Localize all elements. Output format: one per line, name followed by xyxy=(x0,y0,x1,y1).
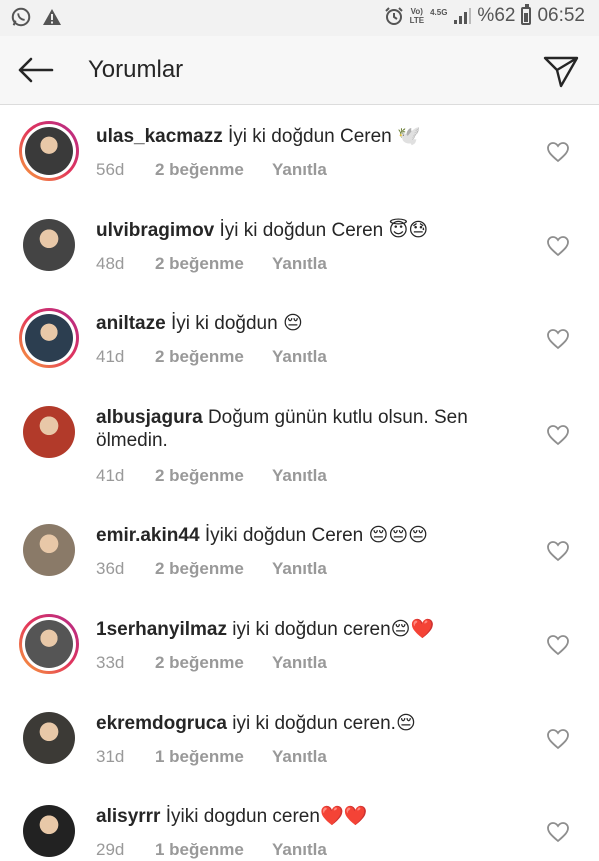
comment-body: İyi ki doğdun Ceren 🕊️ xyxy=(228,126,421,147)
comment-age: 48d xyxy=(96,254,125,273)
header: Yorumlar xyxy=(0,36,599,105)
avatar[interactable] xyxy=(19,801,79,861)
comment-text: alisyrrr İyiki dogdun ceren❤️❤️ xyxy=(96,805,526,828)
heart-icon[interactable] xyxy=(546,424,570,446)
whatsapp-icon xyxy=(11,7,31,27)
like-count-link[interactable]: 2 beğenme xyxy=(155,466,272,486)
signal-icon xyxy=(454,8,472,24)
heart-icon[interactable] xyxy=(546,821,570,843)
heart-icon[interactable] xyxy=(546,634,570,656)
comment-body: İyiki dogdun ceren❤️❤️ xyxy=(165,806,368,827)
comment-username[interactable]: aniltaze xyxy=(96,313,166,334)
reply-button[interactable]: Yanıtla xyxy=(272,347,327,367)
comment-body: İyi ki doğdun 😔 xyxy=(170,313,303,334)
reply-button[interactable]: Yanıtla xyxy=(272,653,327,673)
comment-username[interactable]: emir.akin44 xyxy=(96,525,200,546)
alarm-icon xyxy=(384,7,403,25)
comment-age: 29d xyxy=(96,840,125,859)
comment-text: emir.akin44 İyiki doğdun Ceren 😔😔😔 xyxy=(96,524,526,547)
avatar[interactable] xyxy=(19,121,79,181)
avatar[interactable] xyxy=(19,708,79,768)
like-count-link[interactable]: 1 beğenme xyxy=(155,747,272,767)
comment-age: 33d xyxy=(96,653,125,672)
comment-age: 41d xyxy=(96,347,125,366)
comment-age: 31d xyxy=(96,747,125,766)
comment-username[interactable]: ekremdogruca xyxy=(96,713,227,734)
reply-button[interactable]: Yanıtla xyxy=(272,747,327,767)
comment-body: iyi ki doğdun ceren.😔 xyxy=(232,713,416,734)
comment-meta: 56d 2 beğenme Yanıtla xyxy=(96,160,327,180)
comment-username[interactable]: ulas_kacmazz xyxy=(96,126,223,147)
comment-meta: 29d 1 beğenme Yanıtla xyxy=(96,840,327,860)
comment-username[interactable]: albusjagura xyxy=(96,407,203,428)
back-arrow-icon[interactable] xyxy=(16,50,56,90)
comment-body: İyi ki doğdun Ceren 😇😓 xyxy=(219,220,429,241)
reply-button[interactable]: Yanıtla xyxy=(272,559,327,579)
comment-meta: 33d 2 beğenme Yanıtla xyxy=(96,653,327,673)
comment-text: ulvibragimov İyi ki doğdun Ceren 😇😓 xyxy=(96,219,526,242)
comment-text: ulas_kacmazz İyi ki doğdun Ceren 🕊️ xyxy=(96,125,526,148)
like-count-link[interactable]: 2 beğenme xyxy=(155,160,272,180)
reply-button[interactable]: Yanıtla xyxy=(272,254,327,274)
comment-username[interactable]: ulvibragimov xyxy=(96,220,214,241)
comment-meta: 41d 2 beğenme Yanıtla xyxy=(96,347,327,367)
page-title: Yorumlar xyxy=(88,56,184,83)
heart-icon[interactable] xyxy=(546,141,570,163)
comment-text: albusjagura Doğum günün kutlu olsun. Sen… xyxy=(96,406,526,452)
comment-text: ekremdogruca iyi ki doğdun ceren.😔 xyxy=(96,712,526,735)
comment-age: 56d xyxy=(96,160,125,179)
comment-body: İyiki doğdun Ceren 😔😔😔 xyxy=(204,525,428,546)
comment-meta: 31d 1 beğenme Yanıtla xyxy=(96,747,327,767)
reply-button[interactable]: Yanıtla xyxy=(272,160,327,180)
send-direct-icon[interactable] xyxy=(541,50,581,90)
avatar[interactable] xyxy=(19,614,79,674)
battery-percent: %62 xyxy=(477,5,516,26)
reply-button[interactable]: Yanıtla xyxy=(272,840,327,860)
avatar[interactable] xyxy=(19,215,79,275)
volte-indicator: Vo) LTE xyxy=(409,7,425,25)
comment-meta: 48d 2 beğenme Yanıtla xyxy=(96,254,327,274)
heart-icon[interactable] xyxy=(546,328,570,350)
comment-age: 36d xyxy=(96,559,125,578)
clock: 06:52 xyxy=(537,5,585,26)
comment-text: aniltaze İyi ki doğdun 😔 xyxy=(96,312,526,335)
comment-body: iyi ki doğdun ceren😔❤️ xyxy=(232,619,435,640)
comment-meta: 41d 2 beğenme Yanıtla xyxy=(96,466,327,486)
like-count-link[interactable]: 2 beğenme xyxy=(155,653,272,673)
status-bar: Vo) LTE 4.5G %62 06:52 xyxy=(0,0,599,36)
comment-username[interactable]: alisyrrr xyxy=(96,806,160,827)
like-count-link[interactable]: 2 beğenme xyxy=(155,347,272,367)
avatar[interactable] xyxy=(19,402,79,462)
avatar[interactable] xyxy=(19,520,79,580)
warning-icon xyxy=(43,9,61,25)
battery-icon xyxy=(521,4,532,25)
like-count-link[interactable]: 2 beğenme xyxy=(155,559,272,579)
comment-username[interactable]: 1serhanyilmaz xyxy=(96,619,227,640)
like-count-link[interactable]: 2 beğenme xyxy=(155,254,272,274)
comment-text: 1serhanyilmaz iyi ki doğdun ceren😔❤️ xyxy=(96,618,526,641)
reply-button[interactable]: Yanıtla xyxy=(272,466,327,486)
network-type: 4.5G xyxy=(430,7,448,17)
heart-icon[interactable] xyxy=(546,540,570,562)
like-count-link[interactable]: 1 beğenme xyxy=(155,840,272,860)
avatar[interactable] xyxy=(19,308,79,368)
comment-age: 41d xyxy=(96,466,125,485)
comment-meta: 36d 2 beğenme Yanıtla xyxy=(96,559,327,579)
heart-icon[interactable] xyxy=(546,235,570,257)
heart-icon[interactable] xyxy=(546,728,570,750)
